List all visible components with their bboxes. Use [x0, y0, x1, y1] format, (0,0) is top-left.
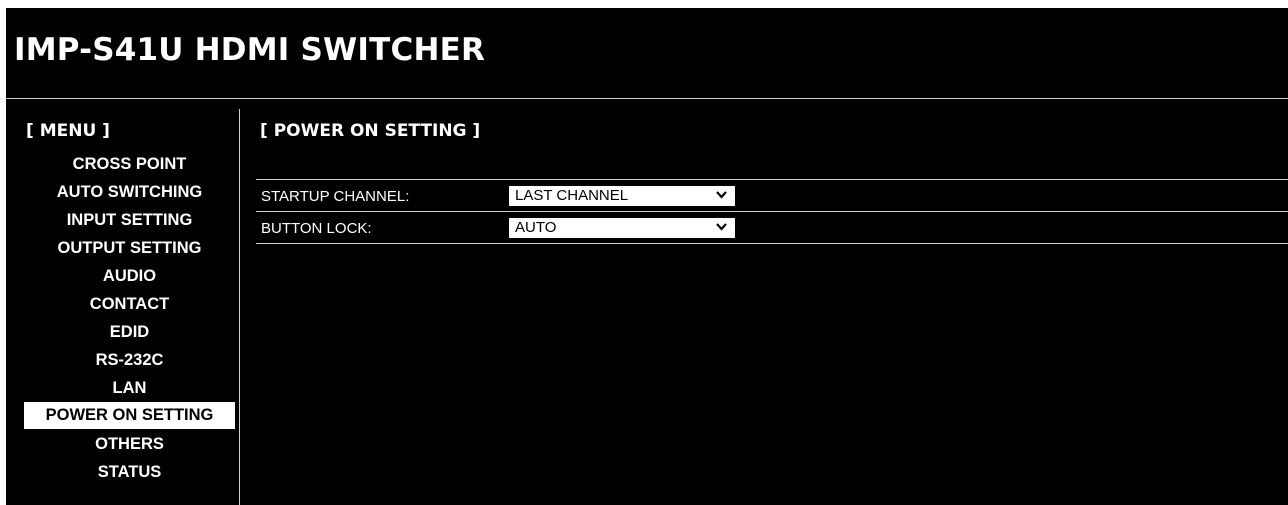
menu-item-others[interactable]: OTHERS	[24, 430, 235, 458]
menu-item-lan[interactable]: LAN	[24, 374, 235, 402]
menu-item-contact[interactable]: CONTACT	[24, 290, 235, 318]
menu-item-rs-232c[interactable]: RS-232C	[24, 346, 235, 374]
menu-item-cross-point[interactable]: CROSS POINT	[24, 150, 235, 178]
sidebar-menu: [ MENU ] CROSS POINT AUTO SWITCHING INPU…	[6, 109, 240, 505]
setting-row-startup-channel: STARTUP CHANNEL: LAST CHANNEL	[256, 180, 1288, 212]
setting-row-button-lock: BUTTON LOCK: AUTO	[256, 212, 1288, 244]
chevron-down-icon	[716, 191, 727, 199]
menu-item-status[interactable]: STATUS	[24, 458, 235, 486]
menu-item-audio[interactable]: AUDIO	[24, 262, 235, 290]
button-lock-label: BUTTON LOCK:	[261, 220, 372, 237]
menu-item-input-setting[interactable]: INPUT SETTING	[24, 206, 235, 234]
chevron-down-icon	[716, 223, 727, 231]
header: IMP-S41U HDMI SWITCHER	[6, 8, 1288, 99]
app-title: IMP-S41U HDMI SWITCHER	[14, 32, 486, 68]
section-title: [ POWER ON SETTING ]	[260, 121, 481, 141]
startup-channel-label: STARTUP CHANNEL:	[261, 188, 410, 205]
app-frame: IMP-S41U HDMI SWITCHER [ MENU ] CROSS PO…	[6, 8, 1288, 505]
menu-item-power-on-setting[interactable]: POWER ON SETTING	[24, 402, 235, 429]
startup-channel-select[interactable]: LAST CHANNEL	[509, 186, 735, 206]
menu-item-auto-switching[interactable]: AUTO SWITCHING	[24, 178, 235, 206]
menu-item-edid[interactable]: EDID	[24, 318, 235, 346]
button-lock-value: AUTO	[515, 219, 557, 236]
button-lock-select[interactable]: AUTO	[509, 218, 735, 238]
menu-item-output-setting[interactable]: OUTPUT SETTING	[24, 234, 235, 262]
startup-channel-value: LAST CHANNEL	[515, 187, 629, 204]
menu-list: CROSS POINT AUTO SWITCHING INPUT SETTING…	[24, 150, 235, 486]
main-content: [ POWER ON SETTING ] STARTUP CHANNEL: LA…	[256, 109, 1288, 505]
menu-heading: [ MENU ]	[26, 121, 110, 141]
settings-table: STARTUP CHANNEL: LAST CHANNEL BUTTON LOC…	[256, 179, 1288, 244]
